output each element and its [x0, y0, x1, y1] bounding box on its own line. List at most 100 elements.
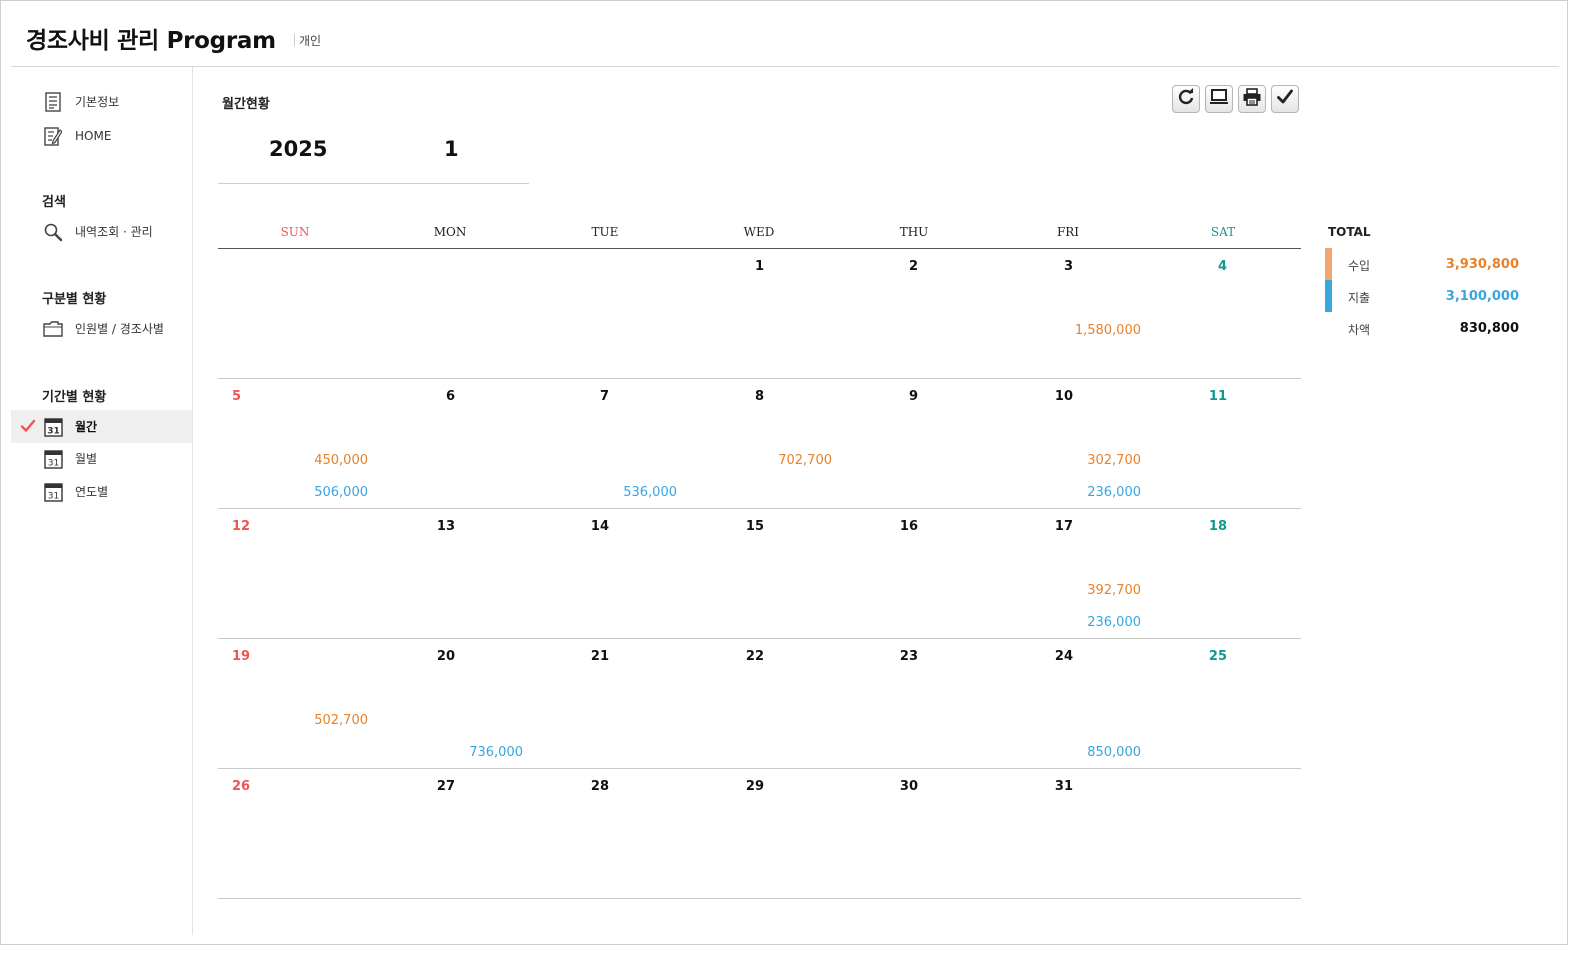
day-number: 18 [1208, 519, 1227, 534]
day-number: 16 [899, 519, 918, 534]
calendar-day-cell [527, 259, 681, 377]
total-value: 3,100,000 [1445, 289, 1519, 304]
weekday-mon: MON [433, 225, 467, 239]
sidebar-item-label: 인원별 / 경조사별 [75, 322, 164, 336]
calendar-week: 1 2 3 1,580,000 4 [218, 249, 1301, 379]
day-number: 13 [436, 519, 455, 534]
calendar-week: 19 502,700 20 736,000 21 22 23 24 850,000 25 [218, 639, 1301, 769]
calendar-day-cell[interactable]: 29 [682, 779, 836, 897]
calendar-day-cell [373, 259, 527, 377]
calendar-day-cell[interactable]: 12 [218, 519, 372, 637]
day-number: 26 [232, 779, 251, 794]
day-number: 17 [1054, 519, 1073, 534]
print-button[interactable] [1238, 85, 1266, 113]
confirm-button[interactable] [1271, 85, 1299, 113]
sidebar-item-history[interactable]: 내역조회 · 관리 [11, 215, 192, 248]
calendar-day-cell[interactable]: 1 [682, 259, 836, 377]
day-number: 27 [436, 779, 455, 794]
income-amount: 450,000 [314, 453, 368, 468]
checkmark-icon [1276, 88, 1294, 110]
day-number: 20 [436, 649, 455, 664]
search-icon [43, 222, 63, 242]
refresh-button[interactable] [1172, 85, 1200, 113]
sidebar-item-by-month[interactable]: 31 월별 [11, 442, 192, 475]
income-amount: 1,580,000 [1074, 323, 1141, 338]
day-number: 1 [754, 259, 764, 274]
sidebar-item-basic-info[interactable]: 기본정보 [11, 85, 192, 118]
year-value[interactable]: 2025 [269, 137, 327, 161]
calendar-icon: 31 [43, 417, 63, 437]
calendar-day-cell[interactable]: 30 [836, 779, 990, 897]
total-row: 차액 830,800 [1325, 312, 1525, 344]
day-number: 9 [908, 389, 918, 404]
sidebar-item-monthly[interactable]: 31 월간 [11, 410, 192, 443]
calendar-day-cell[interactable]: 10 302,700 236,000 [991, 389, 1145, 507]
day-number: 5 [232, 389, 242, 404]
sidebar-item-by-year[interactable]: 31 연도별 [11, 475, 192, 508]
app-header: 경조사비 관리 Program 개인 [11, 1, 1559, 67]
weekday-sun: SUN [280, 225, 310, 239]
weekday-tue: TUE [591, 225, 619, 239]
calendar-day-cell[interactable]: 31 [991, 779, 1145, 897]
sidebar-item-label: 내역조회 · 관리 [75, 225, 153, 239]
calendar-day-cell[interactable]: 25 [1145, 649, 1299, 767]
calendar-day-cell[interactable]: 23 [836, 649, 990, 767]
calendar-day-cell[interactable]: 27 [373, 779, 527, 897]
calendar-day-cell[interactable]: 16 [836, 519, 990, 637]
day-number: 29 [745, 779, 764, 794]
income-amount: 302,700 [1087, 453, 1141, 468]
expense-amount: 506,000 [314, 485, 368, 500]
calendar-day-cell[interactable]: 18 [1145, 519, 1299, 637]
calendar-day-cell[interactable]: 9 [836, 389, 990, 507]
sidebar-item-home[interactable]: HOME [11, 119, 192, 152]
checkmark-icon [20, 418, 36, 434]
total-value: 3,930,800 [1445, 257, 1519, 272]
printer-icon [1242, 88, 1262, 110]
day-number: 12 [232, 519, 251, 534]
calendar-day-cell[interactable]: 14 [527, 519, 681, 637]
sidebar-item-label: HOME [75, 128, 112, 143]
svg-text:31: 31 [47, 426, 60, 436]
total-title: TOTAL [1328, 225, 1371, 239]
calendar-day-cell[interactable]: 21 [527, 649, 681, 767]
calendar-day-cell[interactable]: 6 [373, 389, 527, 507]
weekday-sat: SAT [1210, 225, 1236, 239]
sidebar-item-by-person[interactable]: 인원별 / 경조사별 [11, 312, 192, 345]
calendar-day-cell[interactable]: 20 736,000 [373, 649, 527, 767]
weekday-wed: WED [743, 225, 775, 239]
calendar-day-cell[interactable]: 22 [682, 649, 836, 767]
calendar: SUN MON TUE WED THU FRI SAT 1 2 3 1,580,000… [218, 215, 1301, 899]
day-number: 11 [1208, 389, 1227, 404]
calendar-day-cell[interactable]: 11 [1145, 389, 1299, 507]
calendar-day-cell[interactable]: 4 [1145, 259, 1299, 377]
calendar-day-cell[interactable]: 5 450,000 506,000 [218, 389, 372, 507]
calendar-day-cell[interactable]: 7 536,000 [527, 389, 681, 507]
edit-document-icon [43, 126, 63, 146]
day-number: 31 [1054, 779, 1073, 794]
day-number: 2 [908, 259, 918, 274]
calendar-day-cell[interactable]: 8 702,700 [682, 389, 836, 507]
display-button[interactable] [1205, 85, 1233, 113]
calendar-day-cell[interactable]: 13 [373, 519, 527, 637]
calendar-day-cell[interactable]: 24 850,000 [991, 649, 1145, 767]
day-number: 24 [1054, 649, 1073, 664]
total-label: 지출 [1348, 291, 1371, 305]
calendar-day-cell[interactable]: 26 [218, 779, 372, 897]
calendar-day-cell[interactable]: 15 [682, 519, 836, 637]
calendar-day-cell[interactable]: 19 502,700 [218, 649, 372, 767]
day-number: 14 [590, 519, 609, 534]
sidebar-item-label: 기본정보 [75, 95, 120, 109]
month-value[interactable]: 1 [444, 137, 459, 161]
calendar-day-cell[interactable]: 28 [527, 779, 681, 897]
day-number: 23 [899, 649, 918, 664]
day-number: 4 [1217, 259, 1227, 274]
weekday-fri: FRI [1056, 225, 1080, 239]
calendar-icon: 31 [43, 482, 63, 502]
calendar-day-cell[interactable]: 3 1,580,000 [991, 259, 1145, 377]
expense-amount: 736,000 [469, 745, 523, 760]
expense-amount: 850,000 [1087, 745, 1141, 760]
calendar-day-cell[interactable]: 17 392,700 236,000 [991, 519, 1145, 637]
expense-amount: 236,000 [1087, 485, 1141, 500]
calendar-day-cell [218, 259, 372, 377]
calendar-day-cell[interactable]: 2 [836, 259, 990, 377]
